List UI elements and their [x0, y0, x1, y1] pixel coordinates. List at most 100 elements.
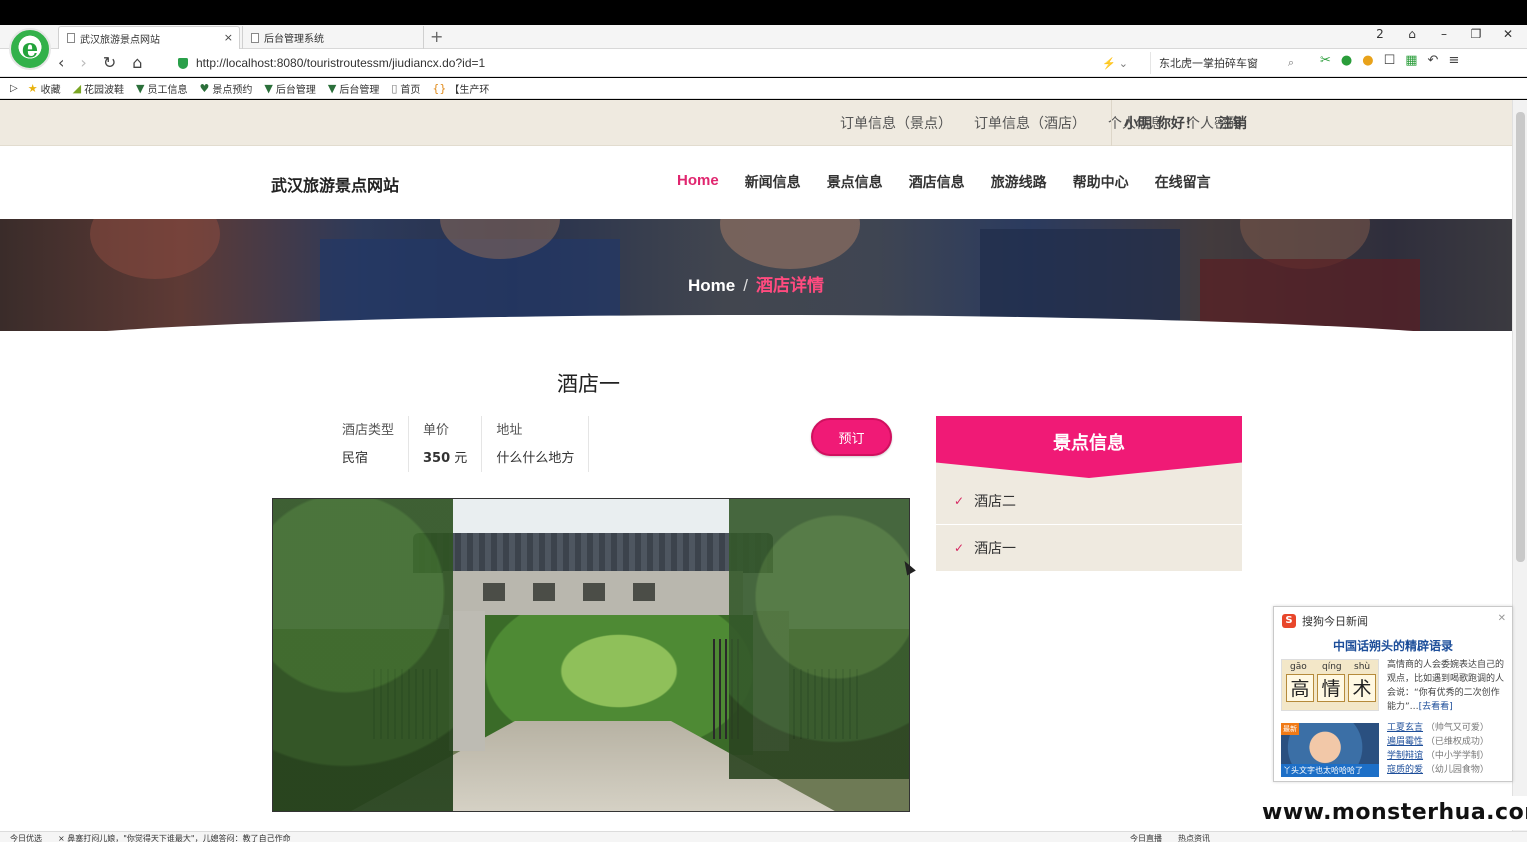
screen-top-bar — [0, 0, 1527, 25]
news-links: 工夏玄言 （帅气又可爱） 遍眉霉性 （已维权成功） 学制辩谊 （中小学学制） 寇… — [1387, 721, 1489, 777]
site-title[interactable]: 武汉旅游景点网站 — [271, 172, 399, 196]
fav-item[interactable]: ▼ 后台管理 — [264, 81, 315, 96]
nav-news[interactable]: 新闻信息 — [745, 172, 801, 192]
page-icon — [67, 33, 75, 43]
forward-icon[interactable]: › — [80, 53, 86, 72]
price-unit: 元 — [454, 451, 468, 466]
news-link-row[interactable]: 寇质的爱 （幼儿园食物） — [1387, 763, 1489, 777]
extension-icon[interactable]: ● — [1362, 53, 1373, 68]
photo-trees-left — [273, 499, 453, 811]
news-caption: 丫头文字也太哈哈哈了 — [1281, 764, 1379, 777]
fav-item[interactable]: ▼ 员工信息 — [136, 81, 187, 96]
hanzi: 情 — [1317, 674, 1345, 702]
breadcrumb-home[interactable]: Home — [688, 276, 735, 295]
news-popup: S 搜狗今日新闻 ✕ 中国话朔头的精辟语录 gāo qíng shù 高 情 术 … — [1273, 606, 1513, 782]
nav-message[interactable]: 在线留言 — [1155, 172, 1211, 192]
pin-icon: ♥ — [199, 81, 210, 95]
fav-item[interactable]: ★ 收藏 — [28, 81, 61, 96]
news-video-thumbnail[interactable]: 最新 丫头文字也太哈哈哈了 — [1281, 723, 1379, 777]
news-thumbnail[interactable]: gāo qíng shù 高 情 术 — [1281, 659, 1379, 711]
tab-active[interactable]: 武汉旅游景点网站 × — [58, 26, 240, 49]
info-column-type: 酒店类型 民宿 — [328, 416, 410, 472]
photo-trees-right — [729, 499, 909, 779]
news-link-row[interactable]: 学制辩谊 （中小学学制） — [1387, 749, 1489, 763]
news-link-row[interactable]: 工夏玄言 （帅气又可爱） — [1387, 721, 1489, 735]
link-hotel-orders[interactable]: 订单信息（酒店） — [974, 113, 1086, 133]
doc-icon: ▯ — [391, 81, 398, 95]
restore-button[interactable]: ❐ — [1467, 27, 1485, 41]
close-button[interactable]: ✕ — [1499, 27, 1517, 41]
scissors-icon[interactable]: ✂ — [1320, 53, 1331, 68]
sidebar-item[interactable]: ✓ 酒店一 — [936, 525, 1242, 572]
fav-item[interactable]: ◢ 花园波鞋 — [73, 81, 124, 96]
news-close-icon[interactable]: ✕ — [1498, 613, 1506, 624]
nav-hotel[interactable]: 酒店信息 — [909, 172, 965, 192]
news-summary: 高情商的人会委婉表达自己的观点，比如遇到喝歌跑调的人会说：“你有优秀的二次创作能… — [1387, 660, 1505, 712]
nav-help[interactable]: 帮助中心 — [1073, 172, 1129, 192]
pinyin: gāo — [1290, 662, 1307, 672]
sogou-logo-icon: S — [1282, 614, 1296, 628]
book-button[interactable]: 预订 — [811, 418, 892, 456]
pinyin: shù — [1354, 662, 1371, 672]
site-header: 武汉旅游景点网站 Home 新闻信息 景点信息 酒店信息 旅游线路 帮助中心 在… — [0, 146, 1512, 219]
page-icon — [251, 32, 259, 43]
tab-title: 后台管理系统 — [264, 34, 324, 45]
apps-icon[interactable]: ▦ — [1405, 53, 1417, 68]
news-link-row[interactable]: 遍眉霉性 （已维权成功） — [1387, 735, 1489, 749]
price-value: 350 — [423, 451, 451, 466]
main-nav: Home 新闻信息 景点信息 酒店信息 旅游线路 帮助中心 在线留言 — [677, 172, 1211, 192]
fav-item[interactable]: ▯ 首页 — [391, 81, 420, 96]
page-scrollbar[interactable] — [1512, 100, 1527, 831]
reader-icon[interactable]: ☐ — [1384, 53, 1396, 68]
news-source: 搜狗今日新闻 — [1302, 615, 1368, 628]
status-right[interactable]: 今日直播 热点资讯 — [1130, 833, 1210, 842]
translate-icon[interactable]: ● — [1341, 53, 1352, 68]
undo-icon[interactable]: ↶ — [1428, 53, 1439, 68]
breadcrumb-separator: / — [743, 276, 748, 295]
user-area: 小明 你好！ 注销 — [1111, 100, 1247, 146]
new-tab-button[interactable]: + — [430, 27, 443, 46]
sidebar-item-label: 酒店二 — [974, 494, 1017, 510]
url-input[interactable]: http://localhost:8080/touristroutessm/ji… — [172, 52, 1142, 74]
nav-routes[interactable]: 旅游线路 — [991, 172, 1047, 192]
menu-icon[interactable]: ≡ — [1448, 53, 1459, 68]
photo-gate-beam — [443, 571, 743, 615]
secure-shield-icon — [178, 57, 188, 69]
news-more-link[interactable]: [去看看] — [1419, 702, 1453, 712]
minimize-button[interactable]: – — [1435, 27, 1453, 41]
refresh-icon[interactable]: ↻ — [103, 53, 116, 72]
window-controls: 2 ⌂ – ❐ ✕ — [1371, 27, 1517, 41]
link-scenic-orders[interactable]: 订单信息（景点） — [840, 113, 952, 133]
v-icon: ▼ — [264, 81, 273, 95]
home-icon[interactable]: ⌂ — [132, 53, 142, 72]
nav-home[interactable]: Home — [677, 172, 719, 192]
page-title: 酒店一 — [557, 372, 620, 396]
status-left[interactable]: 今日优选 × 鼻塞打闷儿娘，"你觉得天下谁最大"，儿媳答闷：教了自己作命 — [10, 833, 291, 842]
tab-close-icon[interactable]: × — [224, 31, 233, 44]
user-greeting: 小明 你好！ — [1124, 116, 1199, 132]
browser-logo-icon[interactable]: e — [9, 28, 51, 70]
hanzi: 高 — [1286, 674, 1314, 702]
favorites-toggle-icon[interactable]: ▷ — [10, 83, 18, 94]
banner-person — [90, 219, 220, 279]
address-value: 什么什么地方 — [496, 451, 575, 466]
back-icon[interactable]: ‹ — [58, 53, 64, 72]
fav-item[interactable]: ▼ 后台管理 — [328, 81, 379, 96]
search-input[interactable]: 东北虎一掌拍碎车窗 ⌕ — [1150, 52, 1300, 74]
hanzi: 术 — [1348, 674, 1376, 702]
leaf-icon: ◢ — [72, 81, 82, 95]
tab-inactive[interactable]: 后台管理系统 — [242, 26, 424, 49]
sidebar-item[interactable]: ✓ 酒店二 — [936, 478, 1242, 525]
scrollbar-thumb[interactable] — [1516, 112, 1525, 562]
fav-item[interactable]: {} 【生产环 — [432, 81, 489, 96]
skin-icon[interactable]: ⌂ — [1403, 27, 1421, 41]
fav-item[interactable]: ♥ 景点预约 — [200, 81, 253, 96]
search-icon[interactable]: ⌕ — [1288, 56, 1294, 70]
logout-link[interactable]: 注销 — [1219, 113, 1247, 133]
check-icon: ✓ — [954, 494, 965, 508]
nav-scenic[interactable]: 景点信息 — [827, 172, 883, 192]
window-count-icon[interactable]: 2 — [1371, 27, 1389, 41]
speed-mode-icon[interactable]: ⚡ ⌄ — [1102, 57, 1128, 70]
news-headline[interactable]: 中国话朔头的精辟语录 — [1274, 637, 1512, 654]
top-info-bar: 订单信息（景点） 订单信息（酒店） 个人信息 个人密码 小明 你好！ 注销 — [0, 100, 1512, 146]
